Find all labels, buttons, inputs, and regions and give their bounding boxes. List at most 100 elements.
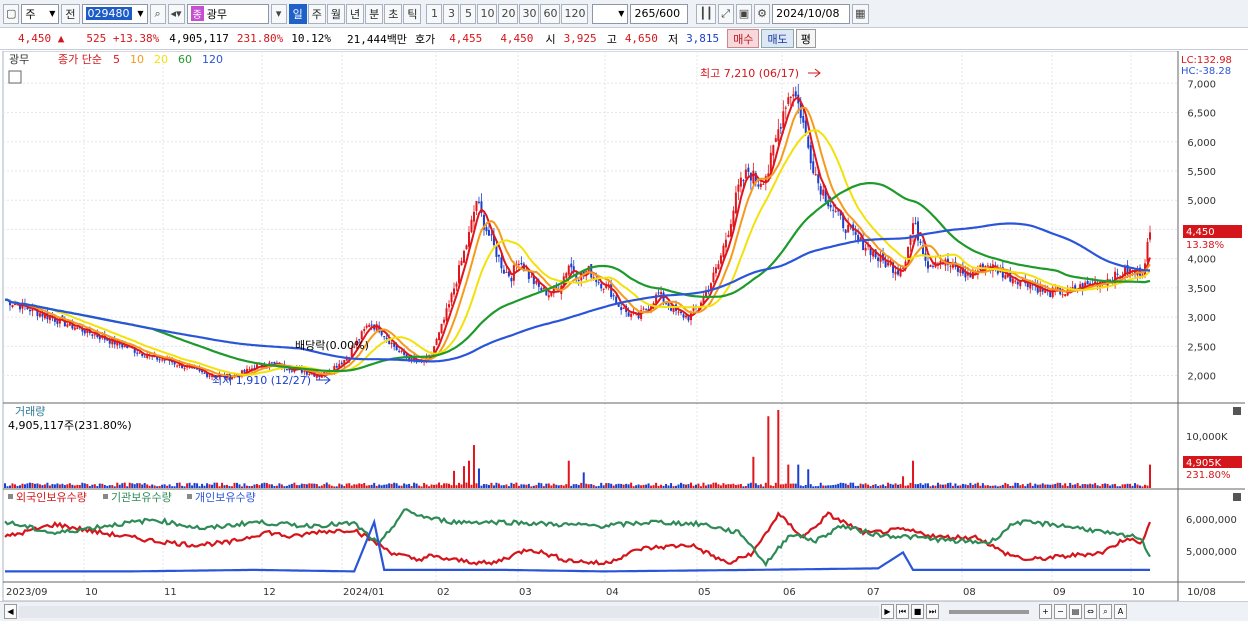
- save-icon[interactable]: ▣: [735, 3, 753, 24]
- prev-button[interactable]: 전: [61, 3, 80, 24]
- fit-icon[interactable]: ⇔: [1084, 604, 1097, 619]
- calendar-icon[interactable]: ▦: [852, 3, 869, 24]
- bottom-bar: ◀ ▶ ⏮ ■ ⏭ + − ▤ ⇔ ⌕ A: [0, 601, 1248, 621]
- interval-tab[interactable]: 60: [540, 3, 561, 24]
- volume-bar: [652, 485, 655, 488]
- scrollbar-track[interactable]: [19, 605, 879, 618]
- candle-body: [685, 315, 688, 318]
- volume-bar: [295, 485, 298, 488]
- holdings-panel-close-icon[interactable]: [1233, 493, 1241, 501]
- interval-select[interactable]: ▼: [592, 3, 629, 24]
- volume-bar: [961, 483, 964, 488]
- volume-bar: [18, 485, 21, 488]
- eval-button[interactable]: 평: [795, 29, 816, 48]
- stock-chart[interactable]: 7,0006,5006,0005,5005,0004,5004,0003,500…: [0, 51, 1248, 601]
- gear-icon[interactable]: ⚙: [754, 3, 771, 24]
- interval-tab[interactable]: 3: [443, 3, 460, 24]
- volume-bar: [620, 483, 623, 488]
- volume-bar: [971, 484, 974, 488]
- volume-bar: [520, 484, 523, 488]
- zoom-slider[interactable]: [949, 609, 1029, 614]
- period-tab[interactable]: 분: [365, 3, 384, 24]
- open-price: 3,925: [563, 32, 597, 45]
- volume-bar: [640, 485, 643, 488]
- volume-bar: [1001, 484, 1004, 488]
- search-zoom-icon[interactable]: ⌕: [1099, 604, 1112, 619]
- volume-bar: [425, 484, 428, 488]
- volume-bar: [877, 485, 880, 488]
- date-field[interactable]: 2024/10/08: [772, 3, 851, 24]
- candle-body: [467, 232, 470, 247]
- volume-bar: [570, 485, 573, 488]
- legend-ma-label: 종가 단순: [58, 53, 102, 66]
- sell-button[interactable]: 매도: [761, 29, 794, 48]
- volume-bar: [580, 482, 583, 488]
- period-tab[interactable]: 월: [326, 3, 345, 24]
- volume-bar: [642, 484, 645, 488]
- interval-tab[interactable]: 5: [460, 3, 477, 24]
- volume-bar: [547, 483, 550, 488]
- search-icon[interactable]: ⌕: [149, 3, 166, 24]
- buy-button[interactable]: 매수: [727, 29, 760, 48]
- candle-body: [340, 362, 343, 365]
- candle-body: [779, 127, 782, 129]
- zoom-out-icon[interactable]: −: [1054, 604, 1067, 619]
- volume-bar: [1009, 485, 1012, 488]
- legend-bullet-icon: [8, 494, 13, 499]
- volume-bar: [729, 484, 732, 488]
- interval-tab[interactable]: 120: [561, 3, 589, 24]
- speaker-icon[interactable]: ◂▾: [167, 3, 185, 24]
- volume-bar: [438, 482, 441, 488]
- volume-bar: [148, 485, 151, 488]
- first-page-icon[interactable]: ⏮: [896, 604, 909, 619]
- volume-bar: [6, 486, 9, 488]
- volume-bar: [408, 483, 411, 488]
- scroll-left-icon[interactable]: ◀: [4, 604, 17, 619]
- volume-bar: [859, 483, 862, 488]
- volume-bar: [869, 486, 872, 488]
- volume-bar: [61, 483, 64, 488]
- zoom-in-icon[interactable]: +: [1039, 604, 1052, 619]
- dropdown-icon[interactable]: ▾: [270, 3, 287, 24]
- layout-icon[interactable]: ▢: [3, 3, 20, 24]
- volume-bar: [1129, 483, 1132, 488]
- volume-bar: [507, 486, 510, 488]
- table-toggle-icon[interactable]: [8, 70, 22, 84]
- current-price: 4,450 ▲: [0, 32, 68, 45]
- volume-bar: [1029, 482, 1032, 488]
- text-size-icon[interactable]: A: [1114, 604, 1127, 619]
- market-select[interactable]: 주 ▼: [21, 3, 60, 24]
- code-input[interactable]: 029480 ▼: [81, 3, 148, 24]
- candle-body: [398, 350, 401, 352]
- period-tab[interactable]: 틱: [403, 3, 422, 24]
- volume-bar: [974, 483, 977, 488]
- candle-type-icon[interactable]: ┃┃: [696, 3, 716, 24]
- settings-icon[interactable]: ▤: [1069, 604, 1082, 619]
- period-tab[interactable]: 주: [307, 3, 326, 24]
- volume-bar: [168, 484, 171, 488]
- last-page-icon[interactable]: ⏭: [926, 604, 939, 619]
- volume-bar: [423, 482, 426, 488]
- interval-tab[interactable]: 1: [426, 3, 443, 24]
- volume-bar: [16, 485, 19, 488]
- holdings-legend-item: 기관보유수량: [111, 491, 172, 504]
- volume-bar: [615, 484, 618, 488]
- stock-name-field[interactable]: 종 광무: [186, 3, 269, 24]
- period-tab[interactable]: 년: [345, 3, 365, 24]
- count-field[interactable]: 265/600: [630, 3, 689, 24]
- volume-bar: [814, 486, 817, 488]
- candle-body: [986, 265, 989, 267]
- draw-tool-icon[interactable]: ⤢: [717, 3, 734, 24]
- scroll-right-icon[interactable]: ▶: [881, 604, 894, 619]
- interval-tab[interactable]: 30: [519, 3, 540, 24]
- interval-tab[interactable]: 20: [498, 3, 519, 24]
- interval-tab[interactable]: 10: [477, 3, 498, 24]
- period-tab[interactable]: 일: [288, 3, 307, 24]
- volume-bar: [370, 484, 373, 488]
- volume-bar: [470, 484, 473, 488]
- volume-panel-close-icon[interactable]: [1233, 407, 1241, 415]
- period-tab[interactable]: 초: [384, 3, 403, 24]
- candle-body: [176, 365, 179, 367]
- stop-icon[interactable]: ■: [911, 604, 924, 619]
- volume-bar: [363, 482, 366, 488]
